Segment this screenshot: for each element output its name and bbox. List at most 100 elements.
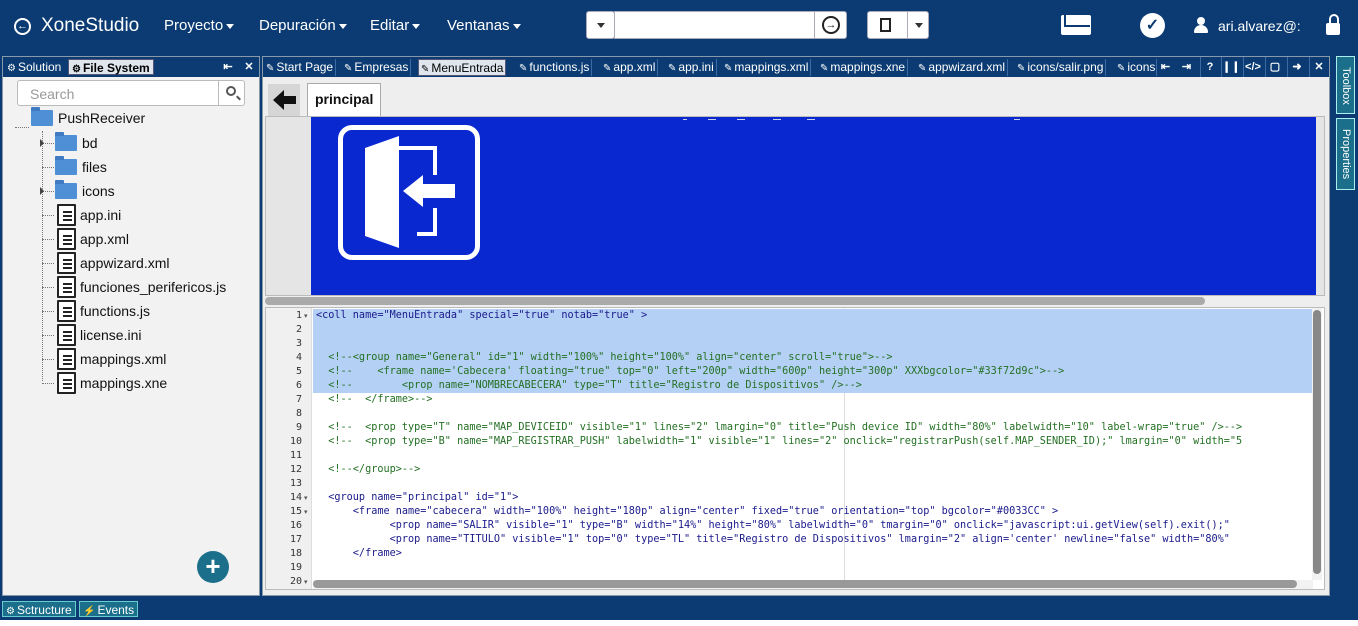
folder-icon bbox=[31, 107, 53, 126]
tab-icons[interactable]: ✎ icons bbox=[1115, 59, 1157, 76]
sign-in-icon[interactable]: ➜ bbox=[1287, 57, 1306, 77]
go-button[interactable]: → bbox=[814, 11, 847, 39]
header-frame-preview[interactable] bbox=[311, 117, 1316, 295]
code-line[interactable]: <!--<group name="General" id="1" width="… bbox=[316, 351, 892, 365]
tab-solution[interactable]: ⚙ Solution bbox=[4, 59, 64, 75]
search-icon bbox=[226, 86, 236, 96]
tab-label: icons/salir.png bbox=[1027, 60, 1104, 74]
new-file-dropdown[interactable] bbox=[907, 11, 929, 39]
code-line[interactable]: <group name="principal" id="1"> bbox=[316, 491, 518, 505]
tree-item-mappings-xne[interactable]: mappings.xne bbox=[57, 372, 167, 394]
tab-label: Events bbox=[97, 603, 135, 617]
close-icon[interactable]: ✕ bbox=[1309, 57, 1328, 77]
tab-label: mappings.xne bbox=[830, 60, 906, 74]
help-icon[interactable]: ? bbox=[1200, 57, 1219, 77]
code-line[interactable]: <prop name="TITULO" visible="1" top="0" … bbox=[316, 533, 1230, 547]
tree-item-bd[interactable]: bd bbox=[55, 132, 98, 154]
code-line[interactable]: <!-- </frame>--> bbox=[316, 393, 432, 407]
tab-empresas[interactable]: ✎ Empresas bbox=[342, 59, 412, 76]
code-line[interactable]: <!-- <prop type="T" name="MAP_DEVICEID" … bbox=[316, 421, 1242, 435]
scroll-tabs-right-icon[interactable]: ⇥ bbox=[1177, 57, 1196, 77]
tree-item-functions-js[interactable]: functions.js bbox=[57, 300, 150, 322]
scrollbar-thumb[interactable] bbox=[313, 580, 1297, 588]
dock-icon[interactable]: ⇤ bbox=[219, 58, 237, 76]
scroll-tabs-left-icon[interactable]: ⇤ bbox=[1156, 57, 1175, 77]
tree-item-app-xml[interactable]: app.xml bbox=[57, 228, 129, 250]
exit-door-icon[interactable] bbox=[338, 125, 480, 260]
scrollbar-thumb[interactable] bbox=[265, 297, 1205, 305]
editor-tabbar: ✎ Start Page ✎ Empresas ✎ MenuEntrada ✎ func… bbox=[263, 57, 1329, 77]
tab-app-ini[interactable]: ✎ app.ini bbox=[666, 59, 717, 76]
code-vertical-scrollbar[interactable] bbox=[1312, 308, 1322, 580]
tab-toolbox[interactable]: Toolbox bbox=[1336, 56, 1355, 114]
user-name[interactable]: ari.alvarez@: bbox=[1218, 18, 1301, 34]
menu-label: Depuración bbox=[259, 17, 336, 34]
tree-item-files[interactable]: files bbox=[55, 156, 107, 178]
tree-item-license-ini[interactable]: license.ini bbox=[57, 324, 141, 346]
code-line[interactable]: <prop name="SALIR" visible="1" type="B" … bbox=[316, 519, 1230, 533]
close-icon[interactable]: ✕ bbox=[240, 58, 258, 76]
tree-connector bbox=[42, 215, 54, 216]
menu-editar[interactable]: Editar bbox=[370, 17, 421, 34]
app-brand[interactable]: ← XoneStudio bbox=[14, 14, 139, 38]
tab-mappings-xml[interactable]: ✎ mappings.xml bbox=[722, 59, 812, 76]
menu-ventanas[interactable]: Ventanas bbox=[447, 17, 521, 34]
new-file-button[interactable] bbox=[867, 11, 908, 39]
fold-toggle-icon[interactable]: ▾ bbox=[304, 312, 308, 320]
tree-item-app-ini[interactable]: app.ini bbox=[57, 204, 121, 226]
code-horizontal-scrollbar[interactable] bbox=[313, 580, 1313, 589]
search-button[interactable] bbox=[218, 81, 244, 105]
tree-item-icons[interactable]: icons bbox=[55, 180, 115, 202]
maximize-icon[interactable]: ▢ bbox=[1265, 57, 1284, 77]
fold-toggle-icon[interactable]: ▾ bbox=[304, 578, 308, 586]
tab-start-page[interactable]: ✎ Start Page bbox=[264, 59, 337, 76]
run-target-input[interactable] bbox=[614, 11, 815, 39]
run-target-dropdown[interactable] bbox=[586, 11, 615, 39]
tab-events[interactable]: ⚡ Events bbox=[79, 601, 139, 617]
edit-icon: ✎ bbox=[421, 64, 430, 75]
code-line[interactable]: <!-- <prop type="B" name="MAP_REGISTRAR_… bbox=[316, 435, 1242, 449]
fold-toggle-icon[interactable]: ▾ bbox=[304, 508, 308, 516]
tree-item-appwizard-xml[interactable]: appwizard.xml bbox=[57, 252, 169, 274]
menu-depuracion[interactable]: Depuración bbox=[259, 17, 347, 34]
check-circle-icon[interactable]: ✓ bbox=[1140, 13, 1165, 38]
code-line[interactable]: <!-- <prop name="NOMBRECABECERA" type="T… bbox=[316, 379, 862, 393]
code-line[interactable]: <!-- <frame name='Cabecera' floating="tr… bbox=[316, 365, 1064, 379]
tree-root-pushreceiver[interactable]: PushReceiver bbox=[31, 107, 145, 129]
scrollbar-thumb[interactable] bbox=[1313, 310, 1321, 574]
tab-sctructure[interactable]: ⚙ Sctructure bbox=[2, 601, 76, 617]
tab-functions-js[interactable]: ✎ functions.js bbox=[517, 59, 593, 76]
design-horizontal-scrollbar[interactable] bbox=[265, 296, 1323, 306]
columns-icon[interactable]: ❙❙ bbox=[1221, 57, 1240, 77]
tab-principal[interactable]: principal bbox=[307, 83, 381, 116]
tree-item-mappings-xml[interactable]: mappings.xml bbox=[57, 348, 166, 370]
tab-properties[interactable]: Properties bbox=[1336, 118, 1355, 190]
right-side-strip: Toolbox Properties bbox=[1336, 56, 1356, 192]
unlock-icon[interactable] bbox=[1326, 14, 1340, 36]
tab-label: app.xml bbox=[613, 60, 656, 74]
code-line[interactable]: </frame> bbox=[316, 547, 402, 561]
code-line[interactable]: <!--</group>--> bbox=[316, 463, 420, 477]
tab-app-xml[interactable]: ✎ app.xml bbox=[601, 59, 659, 76]
tab-menuentrada[interactable]: ✎ MenuEntrada bbox=[418, 59, 507, 76]
divider bbox=[807, 119, 815, 120]
tab-mappings-xne[interactable]: ✎ mappings.xne bbox=[818, 59, 909, 76]
mail-icon[interactable] bbox=[1061, 15, 1091, 35]
expand-arrow-icon[interactable] bbox=[40, 139, 44, 147]
code-line[interactable]: <frame name="cabecera" width="100%" heig… bbox=[316, 505, 1058, 519]
search-input[interactable]: Search bbox=[30, 86, 74, 102]
tab-appwizard-xml[interactable]: ✎ appwizard.xml bbox=[916, 59, 1009, 76]
code-editor[interactable]: 1 ▾ 2 3 4 5 6 7 8 9 10 11 12 13 14 ▾ 15 ▾ 16 17 18 19 20 ▾ <col… bbox=[265, 307, 1325, 590]
add-button[interactable]: + bbox=[197, 551, 229, 583]
tab-icons-salir-png[interactable]: ✎ icons/salir.png bbox=[1015, 59, 1107, 76]
menu-proyecto[interactable]: Proyecto bbox=[164, 17, 235, 34]
expand-arrow-icon[interactable] bbox=[40, 187, 44, 195]
back-button[interactable] bbox=[268, 84, 300, 116]
file-icon bbox=[57, 228, 76, 250]
tab-file-system[interactable]: ⚙ File System bbox=[68, 59, 154, 75]
user-icon bbox=[1194, 17, 1208, 33]
tree-item-funciones-perifericos-js[interactable]: funciones_perifericos.js bbox=[57, 276, 226, 298]
fold-toggle-icon[interactable]: ▾ bbox=[304, 494, 308, 502]
code-line[interactable]: <coll name="MenuEntrada" special="true" … bbox=[316, 309, 647, 323]
code-icon[interactable]: </> bbox=[1243, 57, 1262, 77]
